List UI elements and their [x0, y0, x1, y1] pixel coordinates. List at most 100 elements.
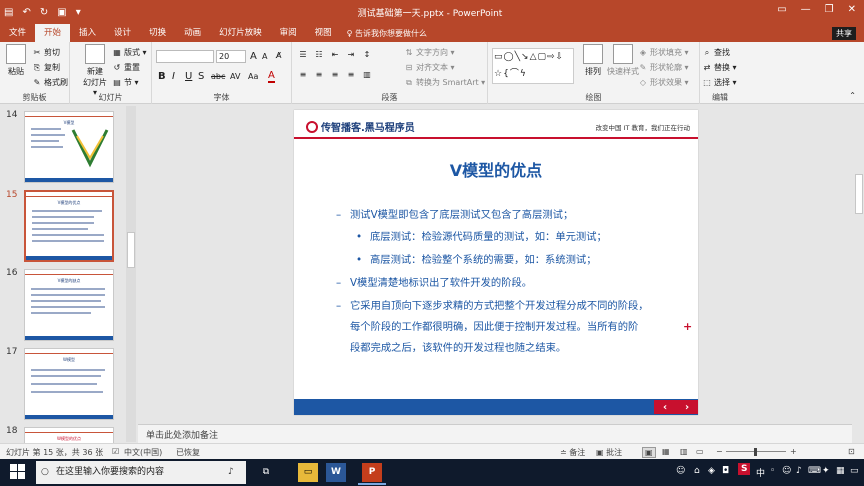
- line-shape-icon[interactable]: ╲: [515, 52, 520, 63]
- tab-design[interactable]: 设计: [105, 24, 140, 42]
- microphone-icon[interactable]: ♪: [228, 467, 234, 477]
- bullet-line[interactable]: – 它采用自顶向下逐步求精的方式把整个开发过程分成不同的阶段，: [336, 299, 649, 313]
- copy-button[interactable]: ⎘ 复制: [32, 62, 60, 73]
- format-painter-button[interactable]: ✎ 格式刷: [32, 77, 68, 88]
- tab-file[interactable]: 文件: [0, 24, 35, 42]
- slide-sorter-icon[interactable]: ▦: [662, 447, 670, 456]
- strikethrough-button[interactable]: abc: [211, 72, 225, 81]
- rounded-rect-shape-icon[interactable]: ▢: [537, 52, 546, 63]
- down-arrow-shape-icon[interactable]: ⇩: [556, 52, 564, 63]
- bullet-continuation[interactable]: 段都完成之后，该软件的开发过程也随之结束。: [350, 341, 566, 355]
- font-size-combo[interactable]: 20: [216, 50, 246, 63]
- cut-button[interactable]: ✂ 剪切: [32, 47, 60, 58]
- find-button[interactable]: ⌕ 查找: [702, 47, 730, 58]
- emoji-icon[interactable]: ☺: [782, 466, 791, 476]
- add-content-icon[interactable]: +: [683, 320, 692, 333]
- windows-start-icon[interactable]: [10, 464, 26, 480]
- decrease-indent-icon[interactable]: ⇤: [330, 50, 340, 60]
- grow-font-button[interactable]: A: [250, 51, 257, 62]
- normal-view-icon[interactable]: ▣: [642, 447, 656, 458]
- italic-button[interactable]: I: [172, 71, 175, 82]
- tab-animations[interactable]: 动画: [175, 24, 210, 42]
- slideshow-icon[interactable]: ▣: [57, 7, 66, 18]
- ime-voice-icon[interactable]: ♪: [796, 466, 802, 476]
- zoom-in-button[interactable]: +: [790, 447, 797, 456]
- paste-button[interactable]: 粘贴: [4, 44, 28, 77]
- taskbar-search-input[interactable]: 在这里输入你要搜索的内容: [36, 461, 246, 484]
- shape-fill-button[interactable]: ◈ 形状填充 ▾: [638, 47, 689, 58]
- tray-app-icon-2[interactable]: ◘: [722, 466, 729, 476]
- underline-button[interactable]: U: [185, 71, 192, 82]
- collapse-ribbon-icon[interactable]: ⌃: [849, 91, 856, 100]
- prev-arrow-icon[interactable]: ‹: [663, 402, 667, 413]
- align-right-icon[interactable]: ≡: [330, 70, 340, 80]
- tray-app-icon[interactable]: ◈: [708, 466, 715, 476]
- ribbon-display-icon[interactable]: ▭: [777, 4, 786, 15]
- clear-format-button[interactable]: A̸: [276, 51, 281, 60]
- curve-shape-icon[interactable]: ⌒: [510, 69, 519, 80]
- slide-thumbnail-16[interactable]: V模型的缺点: [24, 269, 114, 341]
- powerpoint-icon[interactable]: P: [362, 463, 382, 482]
- tab-home[interactable]: 开始: [35, 24, 71, 42]
- tab-review[interactable]: 审阅: [271, 24, 306, 42]
- tell-me-search[interactable]: ♀ 告诉我你想要做什么: [347, 28, 427, 39]
- sogou-ime-icon[interactable]: S: [738, 463, 751, 475]
- ime-tools-icon[interactable]: ✦: [822, 466, 830, 476]
- shadow-button[interactable]: S: [198, 71, 204, 82]
- next-arrow-icon[interactable]: ›: [685, 402, 689, 413]
- tab-transitions[interactable]: 切换: [140, 24, 175, 42]
- shape-effects-button[interactable]: ◇ 形状效果 ▾: [638, 77, 689, 88]
- redo-icon[interactable]: ↻: [40, 7, 48, 18]
- customize-qat-icon[interactable]: ▾: [76, 7, 81, 18]
- star-shape-icon[interactable]: ☆: [494, 69, 502, 80]
- bullets-icon[interactable]: ☰: [298, 50, 308, 60]
- minimize-button[interactable]: —: [801, 4, 811, 15]
- slide-thumbnail-14[interactable]: V模型: [24, 111, 114, 183]
- quick-styles-button[interactable]: 快速样式: [606, 44, 640, 77]
- current-slide[interactable]: 传智播客.黑马程序员 改变中国 IT 教育，我们正在行动 V模型的优点 – 测试V…: [294, 110, 698, 415]
- section-button[interactable]: ▤ 节 ▾: [112, 77, 138, 88]
- align-left-icon[interactable]: ≡: [298, 70, 308, 80]
- people-icon[interactable]: ☺: [676, 466, 685, 476]
- tab-insert[interactable]: 插入: [70, 24, 105, 42]
- zoom-slider-handle[interactable]: [754, 448, 757, 456]
- zoom-out-button[interactable]: −: [716, 447, 723, 456]
- word-icon[interactable]: W: [326, 463, 346, 482]
- close-button[interactable]: ✕: [848, 4, 856, 15]
- font-color-button[interactable]: A: [268, 70, 275, 83]
- columns-icon[interactable]: ▥: [362, 70, 372, 80]
- bullet-line[interactable]: • 高层测试：检验整个系统的需要，如：系统测试；: [356, 253, 597, 267]
- change-case-button[interactable]: Aa: [248, 72, 258, 81]
- comments-toggle-button[interactable]: ▣ 批注: [596, 447, 622, 458]
- font-name-combo[interactable]: [156, 50, 214, 63]
- right-arrow-shape-icon[interactable]: ⇨: [547, 52, 555, 63]
- tab-view[interactable]: 视图: [306, 24, 341, 42]
- slide-thumbnail-15[interactable]: V模型的优点: [24, 190, 114, 262]
- thumbnail-scrollbar[interactable]: [126, 106, 136, 442]
- share-button[interactable]: 共享: [832, 27, 856, 40]
- replace-button[interactable]: ⇄ 替换 ▾: [702, 62, 737, 73]
- triangle-shape-icon[interactable]: △: [530, 52, 537, 63]
- thumbnail-scroll-thumb[interactable]: [127, 232, 135, 268]
- lightning-shape-icon[interactable]: ϟ: [520, 69, 526, 80]
- arrow-shape-icon[interactable]: ↘: [521, 52, 529, 63]
- undo-icon[interactable]: ↶: [22, 7, 30, 18]
- slideshow-view-icon[interactable]: ▭: [696, 447, 704, 456]
- notification-icon[interactable]: ▭: [850, 466, 859, 476]
- align-text-button[interactable]: ⊟ 对齐文本 ▾: [404, 62, 455, 73]
- ime-menu-icon[interactable]: ▦: [836, 466, 845, 476]
- reset-button[interactable]: ↺ 重置: [112, 62, 140, 73]
- increase-indent-icon[interactable]: ⇥: [346, 50, 356, 60]
- smartart-button[interactable]: ⧉ 转换为 SmartArt ▾: [404, 77, 485, 88]
- notes-pane[interactable]: 单击此处添加备注: [138, 424, 852, 443]
- ime-language-indicator[interactable]: 中: [756, 466, 765, 479]
- slide-thumbnail-18[interactable]: W模型的优点: [24, 427, 114, 443]
- ime-punct-icon[interactable]: ◦: [770, 466, 775, 476]
- fit-to-window-icon[interactable]: ⊡: [848, 447, 855, 456]
- shape-outline-button[interactable]: ✎ 形状轮廓 ▾: [638, 62, 689, 73]
- language-status[interactable]: 中文(中国): [124, 447, 162, 458]
- bold-button[interactable]: B: [158, 71, 166, 82]
- align-center-icon[interactable]: ≡: [314, 70, 324, 80]
- new-slide-button[interactable]: 新建 幻灯片 ▾: [80, 44, 110, 97]
- keyboard-icon[interactable]: ⌨: [808, 466, 821, 476]
